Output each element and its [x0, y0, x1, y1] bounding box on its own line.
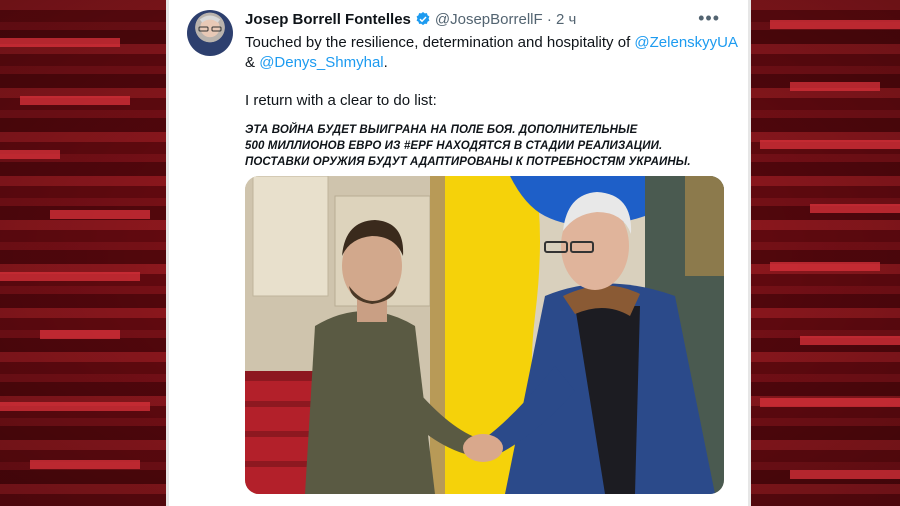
tweet-header: Josep Borrell Fontelles @JosepBorrellF · …	[245, 10, 576, 33]
tweet-text-line2: & @Denys_Shmyhal.	[245, 53, 388, 73]
overlay-line-2: 500 МИЛЛИОНОВ ЕВРО ИЗ #EPF НАХОДЯТСЯ В С…	[245, 140, 663, 152]
time-separator: ·	[546, 11, 552, 28]
overlay-line-3: ПОСТАВКИ ОРУЖИЯ БУДУТ АДАПТИРОВАНЫ К ПОТ…	[245, 156, 691, 168]
author-name[interactable]: Josep Borrell Fontelles	[245, 11, 411, 28]
tweet-card: Josep Borrell Fontelles @JosepBorrellF · …	[166, 0, 751, 506]
tweet-text-todo: I return with a clear to do list:	[245, 92, 437, 109]
more-icon[interactable]: •••	[698, 8, 720, 29]
tweet-text-span: Touched by the resilience, determination…	[245, 34, 631, 51]
verified-badge-icon	[415, 11, 431, 33]
mention-shmyhal[interactable]: @Denys_Shmyhal	[259, 54, 383, 71]
overlay-caption: ЭТА ВОЙНА БУДЕТ ВЫИГРАНА НА ПОЛЕ БОЯ. ДО…	[245, 122, 691, 170]
ampersand: &	[245, 54, 256, 71]
handshake-photo-illustration	[245, 176, 724, 494]
author-handle[interactable]: @JosepBorrellF	[435, 11, 543, 28]
period: .	[383, 54, 388, 71]
author-avatar[interactable]	[187, 10, 233, 56]
mention-zelenskyy[interactable]: @ZelenskyyUA	[634, 34, 738, 51]
tweet-photo[interactable]	[245, 176, 724, 494]
tweet-text-line1: Touched by the resilience, determination…	[245, 33, 738, 53]
overlay-line-1: ЭТА ВОЙНА БУДЕТ ВЫИГРАНА НА ПОЛЕ БОЯ. ДО…	[245, 124, 638, 136]
tweet-time[interactable]: 2 ч	[556, 11, 576, 28]
